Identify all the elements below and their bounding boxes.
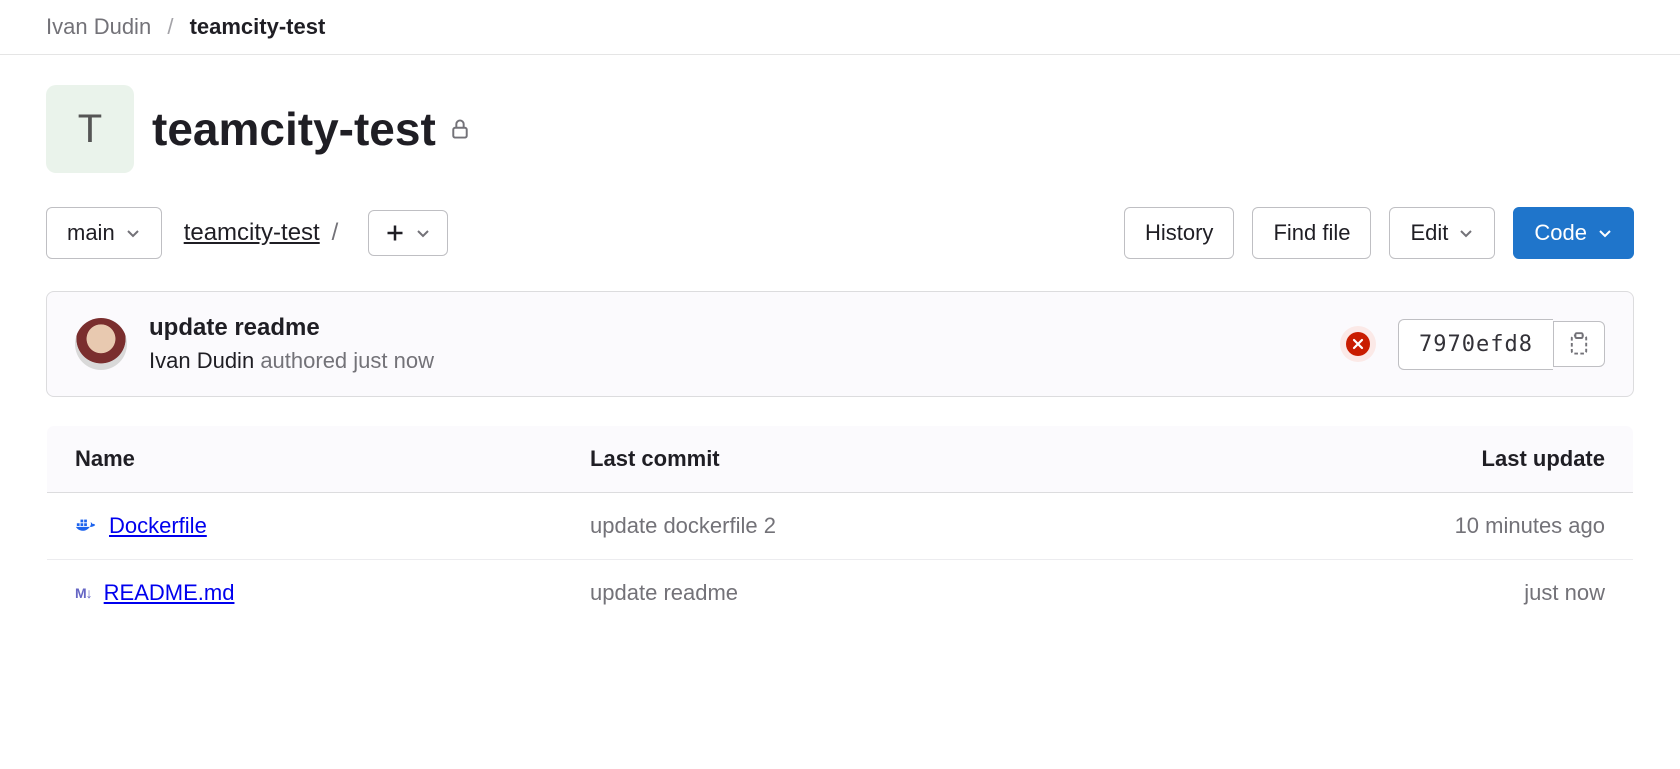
table-row[interactable]: M↓ README.md update readme just now (47, 560, 1634, 627)
col-name: Name (47, 426, 563, 493)
chevron-down-icon (1458, 225, 1474, 241)
markdown-icon: M↓ (75, 585, 92, 601)
commit-message-link[interactable]: update readme (149, 314, 434, 342)
file-link[interactable]: Dockerfile (109, 513, 207, 539)
path-separator: / (332, 219, 339, 246)
history-button[interactable]: History (1124, 207, 1234, 259)
find-file-button[interactable]: Find file (1252, 207, 1371, 259)
branch-selector[interactable]: main (46, 207, 162, 259)
latest-commit-panel: update readme Ivan Dudin authored just n… (46, 291, 1634, 397)
commit-link[interactable]: update dockerfile 2 (590, 513, 776, 538)
commit-author-name[interactable]: Ivan Dudin (149, 348, 254, 373)
table-row[interactable]: Dockerfile update dockerfile 2 10 minute… (47, 493, 1634, 560)
commit-authored-prefix: authored (260, 348, 347, 373)
file-update-time: 10 minutes ago (1140, 493, 1634, 560)
pipeline-status-failed[interactable] (1340, 326, 1376, 362)
project-name: teamcity-test (152, 102, 436, 156)
commit-link[interactable]: update readme (590, 580, 738, 605)
commit-sha[interactable]: 7970efd8 (1398, 319, 1553, 370)
code-button[interactable]: Code (1513, 207, 1634, 259)
branch-name: main (67, 220, 115, 246)
col-last-commit: Last commit (562, 426, 1139, 493)
chevron-down-icon (125, 225, 141, 241)
breadcrumb: Ivan Dudin / teamcity-test (0, 0, 1680, 55)
failed-icon (1346, 332, 1370, 356)
edit-label: Edit (1410, 220, 1448, 246)
project-title: teamcity-test (152, 102, 470, 156)
docker-icon (75, 517, 97, 535)
files-table: Name Last commit Last update (46, 425, 1634, 627)
breadcrumb-repo-link[interactable]: teamcity-test (190, 14, 326, 39)
copy-sha-button[interactable] (1553, 321, 1605, 367)
clipboard-icon (1568, 332, 1590, 356)
col-last-update: Last update (1140, 426, 1634, 493)
code-label: Code (1534, 220, 1587, 246)
add-button[interactable] (368, 210, 448, 256)
chevron-down-icon (1597, 225, 1613, 241)
breadcrumb-owner-link[interactable]: Ivan Dudin (46, 14, 151, 39)
plus-icon (385, 223, 405, 243)
file-link[interactable]: README.md (104, 580, 235, 606)
file-update-time: just now (1140, 560, 1634, 627)
commit-author-line: Ivan Dudin authored just now (149, 348, 434, 374)
toolbar: main teamcity-test / History Find file (46, 207, 1634, 259)
path-root-link[interactable]: teamcity-test (184, 219, 320, 246)
lock-icon (450, 118, 470, 140)
chevron-down-icon (415, 225, 431, 241)
commit-authored-time: just now (353, 348, 434, 373)
breadcrumb-separator: / (167, 14, 173, 39)
author-avatar[interactable] (75, 318, 127, 370)
edit-button[interactable]: Edit (1389, 207, 1495, 259)
project-header: T teamcity-test (46, 85, 1634, 173)
project-avatar: T (46, 85, 134, 173)
